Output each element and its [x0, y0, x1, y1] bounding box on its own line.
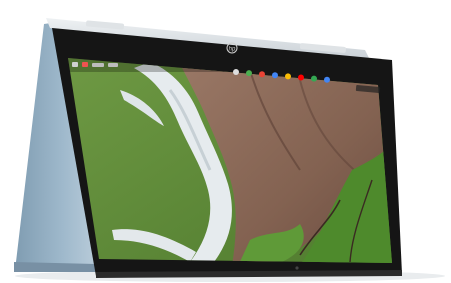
tray-icon[interactable]: [92, 63, 104, 67]
docs-icon[interactable]: [272, 72, 278, 79]
youtube-icon[interactable]: [298, 74, 304, 81]
svg-text:hp: hp: [229, 47, 236, 53]
chrome-icon[interactable]: [246, 70, 252, 77]
photo-stage: hp: [0, 0, 451, 283]
tray-icon[interactable]: [108, 63, 118, 67]
launcher-icon[interactable]: [233, 69, 239, 75]
laptop-photo: hp: [0, 0, 451, 283]
files-icon[interactable]: [324, 76, 330, 83]
screen: [68, 58, 392, 263]
tray-icon[interactable]: [82, 62, 88, 67]
play-store-icon[interactable]: [311, 75, 317, 82]
drive-icon[interactable]: [285, 73, 291, 80]
gmail-icon[interactable]: [259, 71, 265, 78]
camera-dot: [295, 266, 299, 270]
tray-icon[interactable]: [72, 62, 78, 67]
